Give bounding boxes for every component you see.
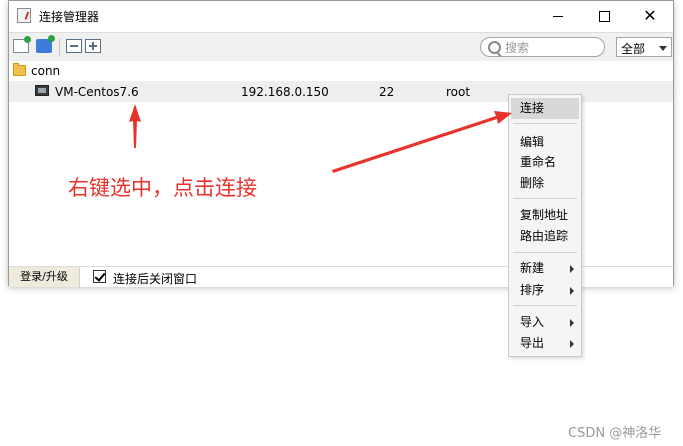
menu-item-delete[interactable]: 删除 <box>511 173 579 194</box>
menu-item-edit[interactable]: 编辑 <box>511 132 579 153</box>
menu-item-connect[interactable]: 连接 <box>511 98 579 119</box>
menu-item-new[interactable]: 新建 <box>511 258 579 279</box>
menu-separator <box>513 198 577 199</box>
menu-item-export[interactable]: 导出 <box>511 333 579 354</box>
menu-item-new-label: 新建 <box>520 261 545 275</box>
minimize-button[interactable] <box>535 1 581 31</box>
menu-item-sort-label: 排序 <box>520 283 545 297</box>
tree-folder-conn[interactable]: conn <box>9 61 673 81</box>
watermark: CSDN @神洛华 <box>568 426 662 441</box>
maximize-button[interactable] <box>581 1 627 31</box>
collapse-all-icon[interactable] <box>66 39 82 53</box>
menu-separator <box>513 305 577 306</box>
menu-item-import-label: 导入 <box>520 315 545 329</box>
new-folder-icon[interactable] <box>36 35 55 53</box>
chevron-right-icon <box>570 287 574 295</box>
menu-item-traceroute[interactable]: 路由追踪 <box>511 226 579 247</box>
search-box[interactable] <box>480 37 605 57</box>
connection-port: 22 <box>379 85 395 99</box>
window-title: 连接管理器 <box>39 10 100 24</box>
connection-name: VM-Centos7.6 <box>55 85 139 99</box>
menu-item-import[interactable]: 导入 <box>511 312 579 333</box>
java-app-icon <box>17 8 31 23</box>
monitor-icon <box>35 85 49 96</box>
menu-item-copy-address[interactable]: 复制地址 <box>511 205 579 226</box>
chevron-right-icon <box>570 340 574 348</box>
expand-all-icon[interactable] <box>85 39 101 53</box>
search-input[interactable] <box>503 39 602 57</box>
login-upgrade-tab[interactable]: 登录/升级 <box>9 267 80 287</box>
annotation-text: 右键选中，点击连接 <box>68 176 257 200</box>
title-bar[interactable]: 连接管理器 ✕ <box>9 1 673 32</box>
chevron-right-icon <box>570 319 574 327</box>
close-button[interactable]: ✕ <box>627 1 673 31</box>
filter-dropdown[interactable]: 全部 <box>616 37 672 57</box>
chevron-down-icon <box>659 46 667 51</box>
minimize-icon <box>553 15 563 17</box>
close-after-connect-label[interactable]: 连接后关闭窗口 <box>113 270 197 287</box>
folder-label: conn <box>31 64 61 78</box>
folder-icon <box>13 63 26 76</box>
menu-item-sort[interactable]: 排序 <box>511 280 579 301</box>
filter-selected-value: 全部 <box>621 42 646 56</box>
toolbar: 全部 <box>9 32 673 62</box>
menu-separator <box>513 252 577 253</box>
connection-host: 192.168.0.150 <box>241 85 329 99</box>
connection-user: root <box>446 85 471 99</box>
menu-item-rename[interactable]: 重命名 <box>511 152 579 173</box>
menu-item-export-label: 导出 <box>520 336 545 350</box>
close-icon: ✕ <box>643 6 657 25</box>
context-menu: 连接 编辑 重命名 删除 复制地址 路由追踪 新建 排序 导入 导出 <box>508 94 582 357</box>
toolbar-separator <box>59 38 60 56</box>
search-icon <box>488 41 501 54</box>
close-after-connect-checkbox[interactable] <box>93 270 106 283</box>
chevron-right-icon <box>570 265 574 273</box>
maximize-icon <box>598 10 610 22</box>
new-connection-icon[interactable] <box>13 36 31 53</box>
menu-separator <box>513 123 577 124</box>
